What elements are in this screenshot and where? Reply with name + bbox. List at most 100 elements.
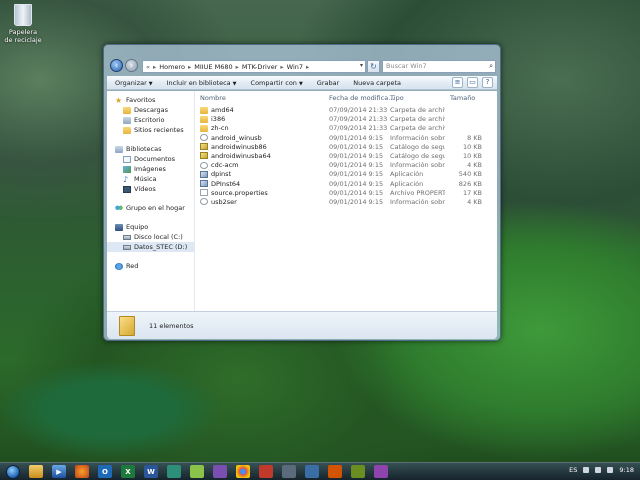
file-type: Carpeta de archivos: [390, 124, 445, 133]
include-in-library-button[interactable]: Incluir en biblioteca ▼: [167, 79, 237, 87]
column-header-name[interactable]: Nombre: [200, 94, 226, 102]
breadcrumb[interactable]: « ▸ Homero ▸ MIIUE M680 ▸ MTK-Driver ▸ W…: [142, 60, 366, 73]
chevron-down-icon: ▼: [148, 80, 153, 87]
file-size: 10 KB: [462, 142, 482, 151]
computer-icon: [115, 223, 123, 231]
organize-button[interactable]: Organizar ▼: [115, 79, 153, 87]
file-name: cdc-acm: [200, 161, 239, 169]
sidebar-item-recent[interactable]: Sitios recientes: [107, 125, 194, 135]
file-type: Información sobre...: [390, 133, 445, 142]
breadcrumb-item[interactable]: MTK-Driver: [242, 63, 278, 71]
search-input[interactable]: Buscar Win7 ⌕: [382, 60, 496, 73]
network-tray-icon[interactable]: [583, 467, 590, 473]
file-row[interactable]: dpinst 09/01/2014 9:15 Aplicación 540 KB: [195, 170, 497, 179]
sidebar-item-desktop[interactable]: Escritorio: [107, 115, 194, 125]
pictures-icon: [123, 165, 131, 173]
file-name: dpinst: [200, 170, 231, 178]
help-icon[interactable]: ?: [482, 77, 493, 88]
file-row[interactable]: usb2ser 09/01/2014 9:15 Información sobre.…: [195, 198, 497, 207]
sidebar-item-videos[interactable]: Vídeos: [107, 184, 194, 194]
sidebar-item-music[interactable]: ♪ Música: [107, 174, 194, 184]
file-row[interactable]: source.properties 09/01/2014 9:15 Archivo …: [195, 189, 497, 198]
sidebar-item-documents[interactable]: Documentos: [107, 154, 194, 164]
file-row[interactable]: android_winusb 09/01/2014 9:15 Información…: [195, 134, 497, 143]
file-row[interactable]: DPInst64 09/01/2014 9:15 Aplicación 826 KB: [195, 180, 497, 189]
sidebar-item-favorites[interactable]: ★ Favoritos: [107, 95, 194, 105]
word-taskbar-icon[interactable]: W: [144, 465, 158, 478]
sidebar-item-data-disk[interactable]: Datos_STEC (D:): [107, 242, 194, 252]
file-icon: [200, 189, 208, 197]
app-taskbar-icon[interactable]: [305, 465, 319, 478]
sidebar-item-downloads[interactable]: Descargas: [107, 105, 194, 115]
desktop-icon: [123, 116, 131, 124]
item-count: 11 elementos: [149, 321, 194, 330]
sidebar-item-local-disk[interactable]: Disco local (C:): [107, 232, 194, 242]
file-row[interactable]: androidwinusba64 09/01/2014 9:15 Catálogo …: [195, 152, 497, 161]
file-row[interactable]: androidwinusb86 09/01/2014 9:15 Catálogo d…: [195, 143, 497, 152]
search-icon[interactable]: ⌕: [489, 61, 493, 72]
recycle-bin-desktop-icon[interactable]: Papelera de reciclaje: [4, 4, 42, 44]
file-row[interactable]: i386 07/09/2014 21:33Carpeta de archivos: [195, 115, 497, 124]
breadcrumb-item[interactable]: Homero: [159, 63, 185, 71]
breadcrumb-item[interactable]: Win7: [287, 63, 303, 71]
downloads-folder-icon: [123, 106, 131, 114]
file-row[interactable]: amd64 07/09/2014 21:33Carpeta de archivos: [195, 106, 497, 115]
window-content: ★ Favoritos Descargas Escritorio Sitios r…: [107, 91, 497, 311]
forward-button[interactable]: ›: [125, 59, 138, 72]
recycle-bin-icon: [14, 4, 32, 26]
breadcrumb-item[interactable]: MIIUE M680: [194, 63, 232, 71]
file-type: Información sobre...: [390, 161, 445, 170]
sidebar-item-homegroup[interactable]: Grupo en el hogar: [107, 203, 194, 213]
start-button[interactable]: [6, 464, 20, 479]
language-indicator[interactable]: ES: [569, 466, 577, 474]
app-taskbar-icon[interactable]: [328, 465, 342, 478]
back-button[interactable]: ‹: [110, 59, 123, 72]
sidebar-item-computer[interactable]: Equipo: [107, 222, 194, 232]
view-options-icon[interactable]: ≡: [452, 77, 463, 88]
star-icon: ★: [115, 95, 123, 105]
sidebar-item-images[interactable]: Imágenes: [107, 164, 194, 174]
new-folder-button[interactable]: Nueva carpeta: [353, 79, 401, 87]
android-taskbar-icon[interactable]: [190, 465, 204, 478]
file-size: 540 KB: [458, 170, 482, 179]
app-taskbar-icon[interactable]: [259, 465, 273, 478]
app-taskbar-icon[interactable]: [167, 465, 181, 478]
burn-button[interactable]: Grabar: [317, 79, 339, 87]
app-taskbar-icon[interactable]: [213, 465, 227, 478]
file-size: 17 KB: [462, 188, 482, 197]
column-header-type[interactable]: Tipo: [390, 94, 404, 102]
clock[interactable]: 9:18: [619, 466, 634, 474]
libraries-icon: [115, 145, 123, 153]
file-list: Nombre Fecha de modifica... Tipo Tamaño …: [195, 91, 497, 311]
sidebar-item-libraries[interactable]: Bibliotecas: [107, 144, 194, 154]
app-taskbar-icon[interactable]: [351, 465, 365, 478]
refresh-button[interactable]: ↻: [367, 60, 380, 73]
column-header-date[interactable]: Fecha de modifica...: [329, 94, 394, 102]
chrome-taskbar-icon[interactable]: [236, 465, 250, 478]
file-row[interactable]: zh-cn 07/09/2014 21:33Carpeta de archivos: [195, 124, 497, 133]
taskbar: ▶ O X W ES 9:18: [0, 462, 640, 480]
homegroup-icon: [115, 204, 123, 212]
flag-tray-icon[interactable]: [607, 467, 614, 473]
chevron-down-icon[interactable]: ▾: [360, 62, 363, 69]
file-size: 8 KB: [467, 133, 482, 142]
firefox-taskbar-icon[interactable]: [75, 465, 89, 478]
file-name: androidwinusba64: [200, 152, 271, 160]
explorer-taskbar-icon[interactable]: [29, 465, 43, 478]
file-name: i386: [200, 115, 225, 123]
excel-taskbar-icon[interactable]: X: [121, 465, 135, 478]
file-date: 09/01/2014 9:15: [329, 197, 384, 206]
media-player-taskbar-icon[interactable]: ▶: [52, 465, 66, 478]
app-taskbar-icon[interactable]: [282, 465, 296, 478]
volume-tray-icon[interactable]: [595, 467, 602, 473]
drive-icon: [123, 234, 131, 240]
outlook-taskbar-icon[interactable]: O: [98, 465, 112, 478]
preview-pane-icon[interactable]: ▭: [467, 77, 478, 88]
file-row[interactable]: cdc-acm 09/01/2014 9:15 Información sobre.…: [195, 161, 497, 170]
file-type: Aplicación: [390, 179, 424, 188]
file-icon: [200, 180, 208, 187]
share-with-button[interactable]: Compartir con ▼: [251, 79, 303, 87]
sidebar-item-network[interactable]: Red: [107, 261, 194, 271]
column-header-size[interactable]: Tamaño: [450, 94, 475, 102]
app-taskbar-icon[interactable]: [374, 465, 388, 478]
